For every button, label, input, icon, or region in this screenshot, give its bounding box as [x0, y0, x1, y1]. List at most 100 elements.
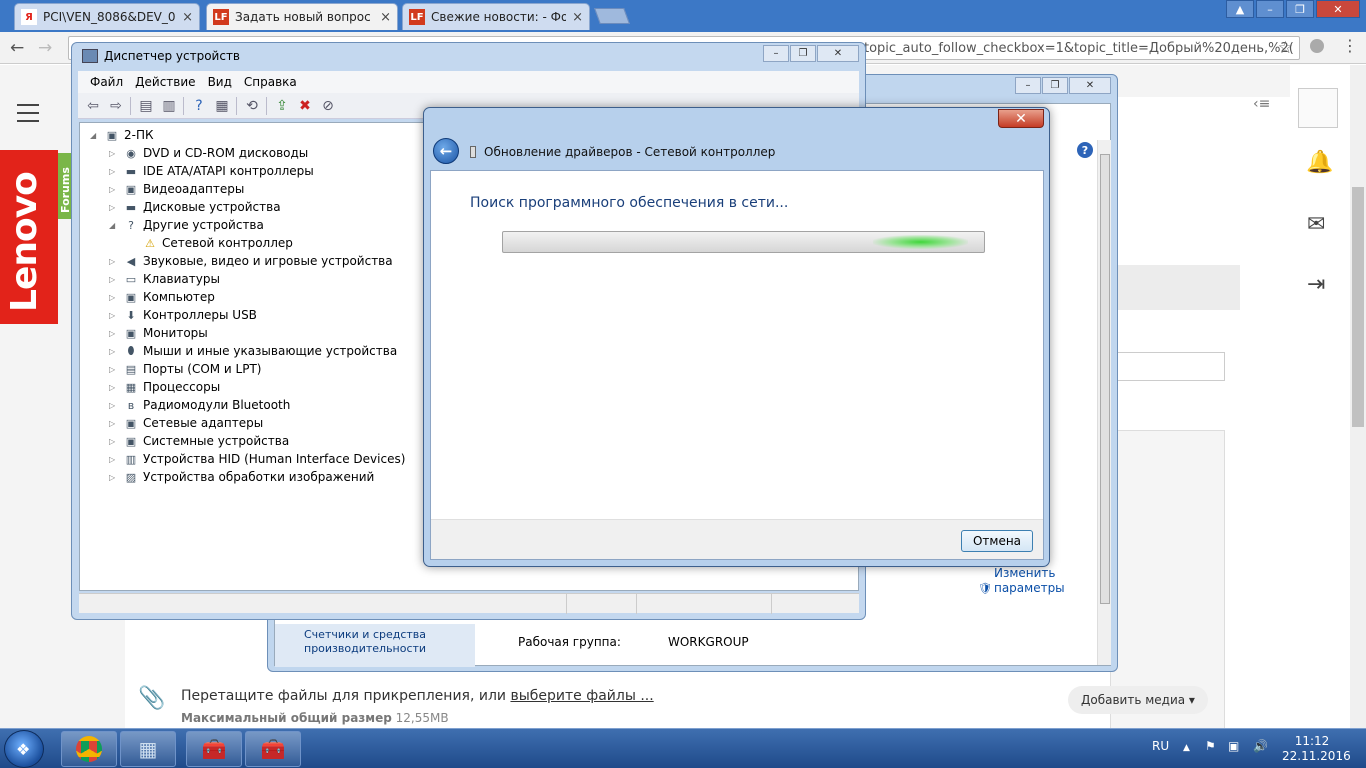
help-icon[interactable]: ? — [190, 98, 208, 114]
tree-item[interactable]: ▷ ▬ IDE ATA/ATAPI контроллеры — [109, 162, 314, 180]
tab-close-icon[interactable]: × — [380, 10, 391, 25]
tree-item[interactable]: ▷ ⬇ Контроллеры USB — [109, 306, 257, 324]
bell-icon[interactable]: 🔔 — [1306, 150, 1333, 175]
tree-item[interactable]: ▷ ▣ Компьютер — [109, 288, 215, 306]
start-button[interactable]: ❖ — [4, 730, 44, 768]
avatar[interactable] — [1298, 88, 1338, 128]
tree-item[interactable]: ▷ ⬮ Мыши и иные указывающие устройства — [109, 342, 397, 360]
tree-item[interactable]: ▷ ▬ Дисковые устройства — [109, 198, 281, 216]
control-panel-taskbar-button[interactable]: ▦ — [120, 731, 176, 767]
close-button[interactable]: ✕ — [998, 109, 1044, 128]
flag-icon[interactable]: ⚑ — [1205, 739, 1216, 753]
minimize-icon[interactable]: – — [1015, 77, 1041, 94]
disable-icon[interactable]: ⊘ — [319, 98, 337, 114]
tab-close-icon[interactable]: × — [572, 10, 583, 25]
user-icon[interactable]: ▲ — [1226, 0, 1254, 18]
browser-tab-1[interactable]: Я PCI\VEN_8086&DEV_08E × — [14, 3, 200, 30]
tree-item[interactable]: ▷ ▣ Системные устройства — [109, 432, 289, 450]
tree-item[interactable]: ▷ ▤ Порты (COM и LPT) — [109, 360, 261, 378]
paperclip-icon: 📎 — [138, 686, 166, 711]
action-pane-icon[interactable]: ▦ — [213, 98, 231, 114]
system-clock[interactable]: 11:12 22.11.2016 — [1282, 734, 1351, 764]
minimize-icon[interactable]: – — [763, 45, 789, 62]
dialog-footer: Отмена — [431, 519, 1043, 559]
maximize-icon[interactable]: ❐ — [1286, 0, 1314, 18]
system-scrollbar[interactable] — [1097, 140, 1111, 665]
collapse-icon[interactable]: ‹≡ — [1253, 96, 1270, 112]
maximize-icon[interactable]: ❐ — [790, 45, 816, 62]
tree-item[interactable]: ▷ ▣ Мониторы — [109, 324, 208, 342]
chrome-taskbar-button[interactable] — [61, 731, 117, 767]
tree-item[interactable]: ▷ ▭ Клавиатуры — [109, 270, 220, 288]
uninstall-icon[interactable]: ✖ — [296, 98, 314, 114]
tree-item[interactable]: ◢? Другие устройства — [109, 216, 264, 234]
tree-root[interactable]: ◢ ▣ 2-ПК — [90, 126, 154, 144]
cancel-button[interactable]: Отмена — [961, 530, 1033, 552]
network-icon[interactable]: ▣ — [1228, 739, 1239, 753]
collapse-triangle-icon[interactable]: ◢ — [109, 221, 119, 230]
tab-close-icon[interactable]: × — [182, 10, 193, 25]
scan-hardware-icon[interactable]: ⟲ — [243, 98, 261, 114]
search-status-heading: Поиск программного обеспечения в сети... — [470, 195, 789, 211]
new-tab-button[interactable] — [594, 8, 630, 24]
browser-menu-icon[interactable]: ⋮ — [1342, 36, 1358, 55]
hid-icon: ▥ — [125, 452, 137, 466]
collapse-triangle-icon[interactable]: ◢ — [90, 131, 100, 140]
choose-files-link[interactable]: выберите файлы ... — [510, 688, 653, 704]
tree-item[interactable]: ▷ ◉ DVD и CD-ROM дисководы — [109, 144, 308, 162]
show-hidden-icons[interactable]: ▲ — [1183, 743, 1190, 753]
back-icon[interactable]: ⇦ — [84, 98, 102, 114]
tree-item[interactable]: ▷ ▦ Процессоры — [109, 378, 220, 396]
update-driver-icon[interactable]: ⇪ — [273, 98, 291, 114]
toolbox-taskbar-button[interactable]: 🧰 — [186, 731, 242, 767]
tab-favicon: LF — [409, 9, 425, 25]
attach-dropzone[interactable]: Перетащите файлы для прикрепления, или в… — [181, 688, 654, 704]
page-scrollbar[interactable] — [1350, 65, 1366, 728]
back-arrow-icon[interactable]: ← — [433, 138, 459, 164]
close-icon[interactable]: ✕ — [1316, 0, 1360, 18]
max-size-note: Максимальный общий размер 12,55MB — [181, 711, 449, 725]
performance-link[interactable]: Счетчики и средства производительности — [304, 628, 475, 656]
browser-tab-strip: Я PCI\VEN_8086&DEV_08E × LF Задать новый… — [0, 0, 1366, 32]
hamburger-menu-icon[interactable] — [17, 104, 39, 128]
page-text-input[interactable] — [1110, 352, 1225, 381]
mail-icon[interactable]: ✉ — [1307, 212, 1325, 237]
volume-icon[interactable]: 🔊 — [1253, 739, 1268, 753]
logout-icon[interactable]: ⇥ — [1307, 272, 1325, 297]
lenovo-logo[interactable]: Lenovo — [0, 150, 58, 324]
change-settings-link[interactable]: 🛡Изменить параметры — [978, 566, 1074, 596]
extension-icon[interactable] — [1310, 39, 1324, 53]
computer-icon: ▣ — [106, 128, 118, 142]
menu-action[interactable]: Действие — [135, 75, 195, 89]
display-adapter-icon: ▣ — [125, 182, 137, 196]
language-indicator[interactable]: RU — [1152, 739, 1169, 753]
console-tree-icon[interactable]: ▤ — [137, 98, 155, 114]
minimize-icon[interactable]: – — [1256, 0, 1284, 18]
tree-item[interactable]: ▷ ʙ Радиомодули Bluetooth — [109, 396, 290, 414]
warning-icon: ⚠ — [145, 236, 155, 250]
properties-icon[interactable]: ▥ — [160, 98, 178, 114]
tree-item[interactable]: ▷ ▥ Устройства HID (Human Interface Device… — [109, 450, 405, 468]
workgroup-value: WORKGROUP — [668, 635, 749, 649]
bookmark-star-icon[interactable]: ☆ — [1278, 38, 1293, 58]
menu-view[interactable]: Вид — [208, 75, 232, 89]
browser-tab-3[interactable]: LF Свежие новости: - Фор × — [402, 3, 590, 30]
toolbox-taskbar-button-2[interactable]: 🧰 — [245, 731, 301, 767]
close-icon[interactable]: ✕ — [817, 45, 859, 62]
menu-help[interactable]: Справка — [244, 75, 297, 89]
back-arrow-icon[interactable]: ← — [10, 38, 24, 58]
tree-item[interactable]: ▷ ▣ Видеоадаптеры — [109, 180, 244, 198]
maximize-icon[interactable]: ❐ — [1042, 77, 1068, 94]
close-icon[interactable]: ✕ — [1069, 77, 1111, 94]
help-icon[interactable]: ? — [1077, 142, 1093, 158]
browser-tab-2[interactable]: LF Задать новый вопрос - × — [206, 3, 398, 30]
tree-item-network-controller[interactable]: ⚠ Сетевой контроллер — [142, 234, 293, 252]
dialog-title: Обновление драйверов - Сетевой контролле… — [470, 145, 775, 159]
forward-arrow-icon[interactable]: → — [38, 38, 52, 58]
forward-icon[interactable]: ⇨ — [107, 98, 125, 114]
tree-item[interactable]: ▷ ▨ Устройства обработки изображений — [109, 468, 374, 486]
add-media-button[interactable]: Добавить медиа ▾ — [1068, 686, 1208, 714]
tree-item[interactable]: ▷ ▣ Сетевые адаптеры — [109, 414, 263, 432]
menu-file[interactable]: Файл — [90, 75, 123, 89]
tree-item[interactable]: ▷ ◀ Звуковые, видео и игровые устройства — [109, 252, 393, 270]
